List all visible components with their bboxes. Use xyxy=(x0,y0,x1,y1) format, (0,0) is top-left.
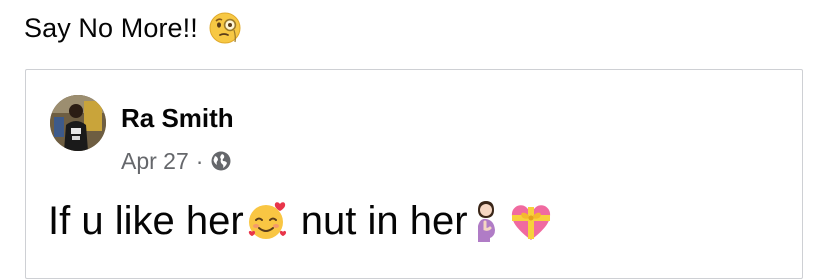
author-avatar[interactable] xyxy=(50,95,106,151)
post-meta: Apr 27 · xyxy=(121,146,232,176)
heart-with-ribbon-icon xyxy=(508,198,554,244)
globe-icon xyxy=(210,150,232,172)
meta-separator: · xyxy=(195,147,204,174)
smiling-face-with-hearts-icon xyxy=(244,198,290,244)
post-caption: Say No More!! xyxy=(24,8,242,48)
shared-post-card[interactable]: Ra Smith Apr 27 · If u like her nut in h… xyxy=(25,69,803,279)
pregnant-woman-icon xyxy=(468,198,504,244)
post-body: If u like her nut in her xyxy=(48,195,554,247)
face-with-monocle-icon xyxy=(208,11,242,45)
post-date[interactable]: Apr 27 xyxy=(121,148,189,175)
caption-text: Say No More!! xyxy=(24,12,198,43)
author-name[interactable]: Ra Smith xyxy=(121,103,234,134)
post-text-part-2: nut in her xyxy=(289,198,468,243)
post-text-part-1: If u like her xyxy=(48,198,244,243)
